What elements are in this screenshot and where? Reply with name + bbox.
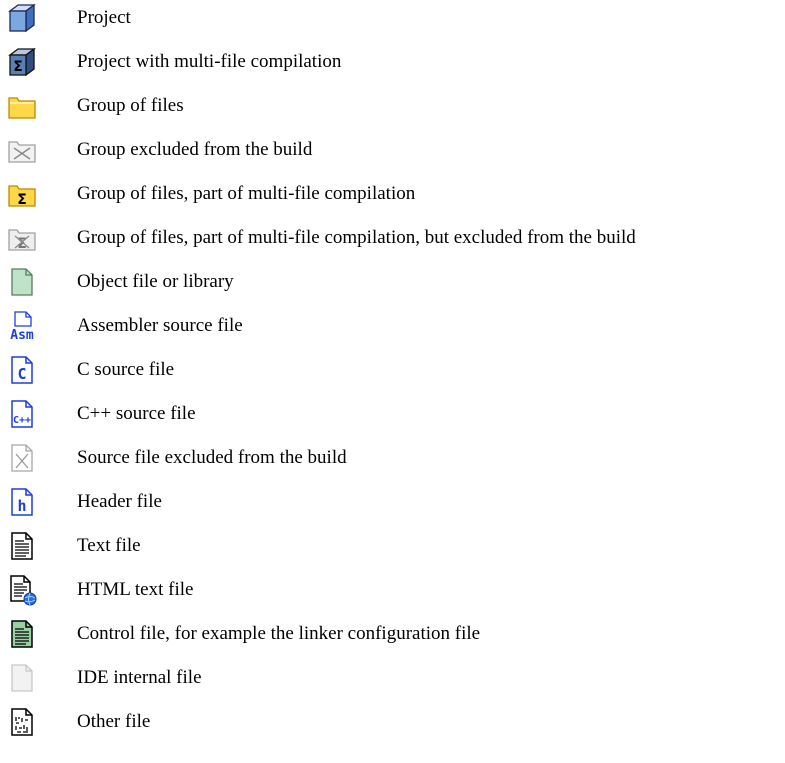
legend-row-other-file: Other file [0, 704, 785, 740]
legend-label: Header file [77, 491, 162, 512]
legend-row-c-file: C C source file [0, 352, 785, 388]
legend-row-html-file: HTML text file [0, 572, 785, 608]
folder-multifile-excluded-icon: Σ [6, 222, 38, 254]
folder-icon [6, 90, 38, 122]
legend-label: HTML text file [77, 579, 194, 600]
file-type-legend: Project Σ Project with multi-file compil… [0, 0, 785, 763]
control-file-icon [6, 618, 38, 650]
legend-row-text-file: Text file [0, 528, 785, 564]
legend-label: Other file [77, 711, 151, 732]
legend-row-assembler: Asm Assembler source file [0, 308, 785, 344]
svg-text:Asm: Asm [10, 328, 34, 342]
svg-text:Σ: Σ [17, 192, 27, 208]
html-file-icon [6, 574, 38, 606]
svg-text:h: h [17, 497, 26, 515]
legend-row-project: Project [0, 0, 785, 36]
legend-row-group: Group of files [0, 88, 785, 124]
legend-row-object-file: Object file or library [0, 264, 785, 300]
legend-label: Source file excluded from the build [77, 447, 347, 468]
legend-label: Object file or library [77, 271, 234, 292]
legend-label: Group of files, part of multi-file compi… [77, 227, 636, 248]
legend-row-group-multifile-excluded: Σ Group of files, part of multi-file com… [0, 220, 785, 256]
legend-label: Project [77, 7, 131, 28]
header-file-icon: h [6, 486, 38, 518]
other-file-icon [6, 706, 38, 738]
legend-row-project-multifile: Σ Project with multi-file compilation [0, 44, 785, 80]
svg-text:C++: C++ [13, 415, 31, 426]
svg-text:Σ: Σ [13, 59, 23, 75]
legend-label: Group of files, part of multi-file compi… [77, 183, 416, 204]
file-excluded-icon [6, 442, 38, 474]
c-file-icon: C [6, 354, 38, 386]
ide-internal-file-icon [6, 662, 38, 694]
legend-label: Text file [77, 535, 141, 556]
legend-label: Group excluded from the build [77, 139, 313, 160]
legend-label: Project with multi-file compilation [77, 51, 342, 72]
legend-row-file-excluded: Source file excluded from the build [0, 440, 785, 476]
folder-excluded-icon [6, 134, 38, 166]
legend-label: Control file, for example the linker con… [77, 623, 481, 644]
text-file-icon [6, 530, 38, 562]
svg-text:C: C [17, 365, 26, 383]
object-file-icon [6, 266, 38, 298]
legend-row-cpp-file: C++ C++ source file [0, 396, 785, 432]
legend-row-group-multifile: Σ Group of files, part of multi-file com… [0, 176, 785, 212]
legend-label: IDE internal file [77, 667, 202, 688]
legend-row-header-file: h Header file [0, 484, 785, 520]
assembler-file-icon: Asm [6, 310, 38, 342]
project-icon [6, 2, 38, 34]
legend-label: C++ source file [77, 403, 196, 424]
cpp-file-icon: C++ [6, 398, 38, 430]
legend-label: Assembler source file [77, 315, 243, 336]
legend-row-control-file: Control file, for example the linker con… [0, 616, 785, 652]
legend-label: Group of files [77, 95, 184, 116]
project-multifile-icon: Σ [6, 46, 38, 78]
legend-label: C source file [77, 359, 175, 380]
folder-multifile-icon: Σ [6, 178, 38, 210]
legend-row-group-excluded: Group excluded from the build [0, 132, 785, 168]
legend-row-ide-internal: IDE internal file [0, 660, 785, 696]
